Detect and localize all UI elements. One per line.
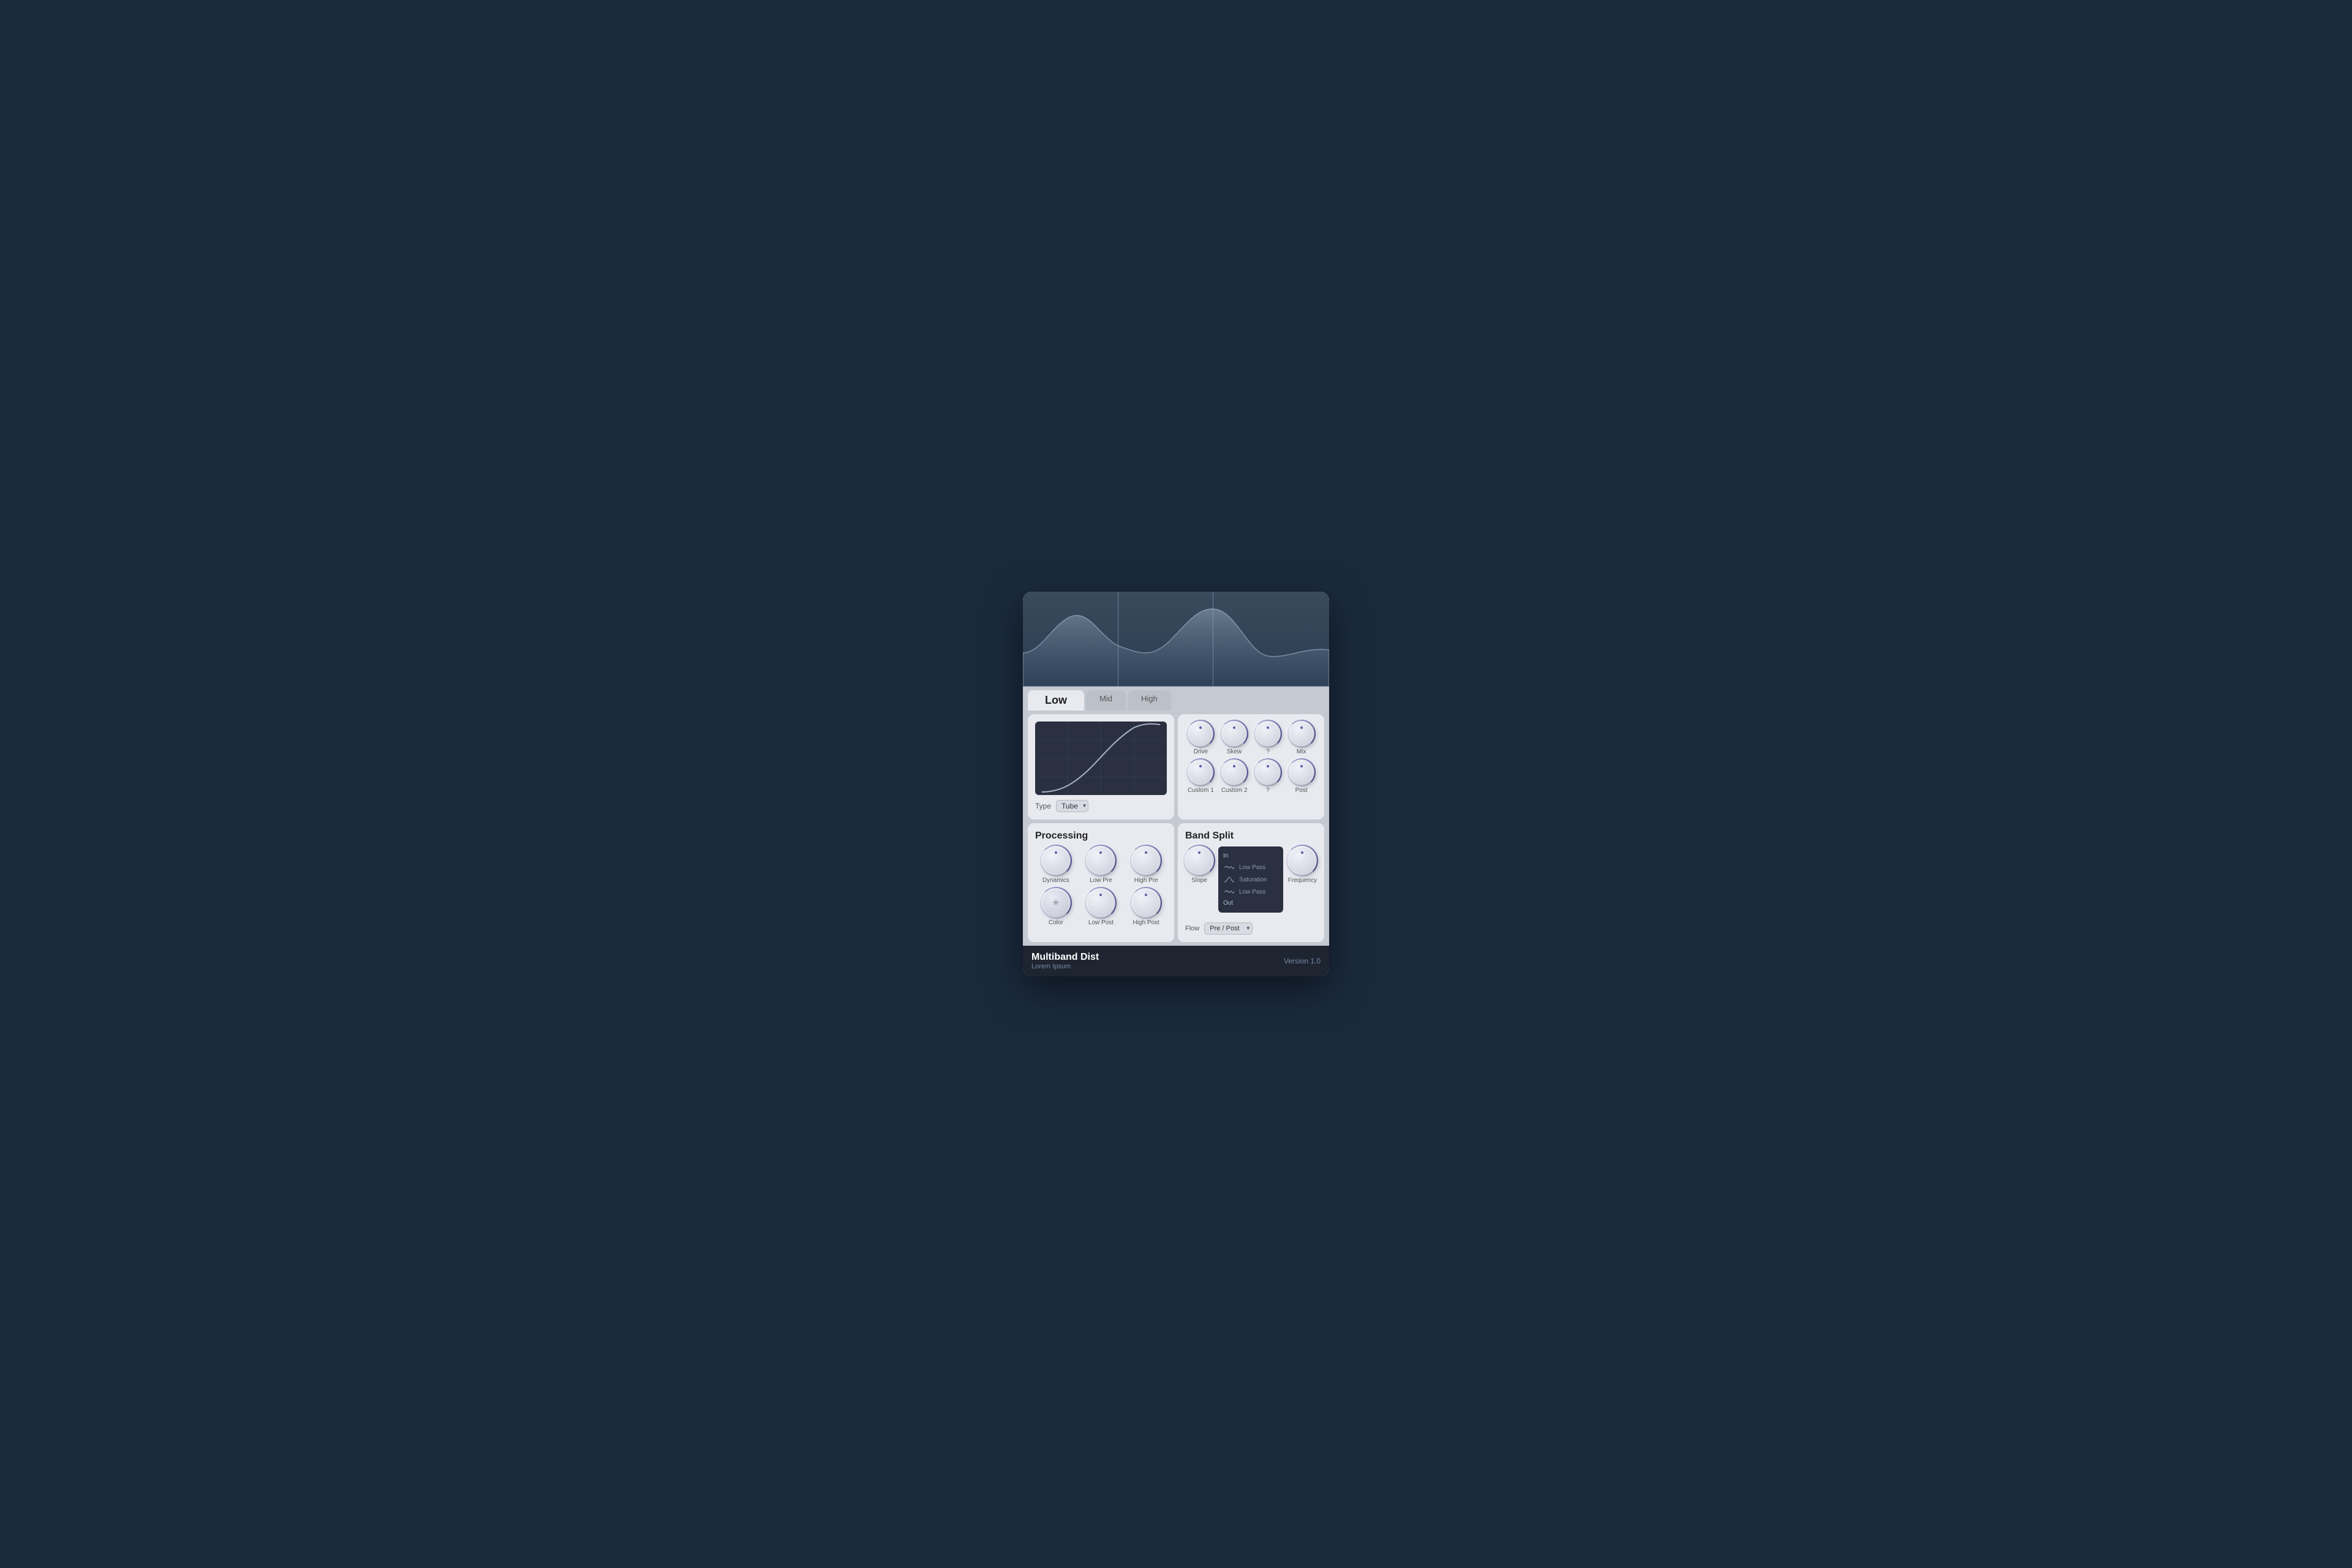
band-split-panel: Band Split Slope [1178,823,1324,942]
drive-knob[interactable] [1188,722,1213,746]
diagram-lowpass2-row: Low Pass [1223,886,1278,897]
type-row: Type Tube Tape Clip [1035,800,1167,812]
flow-select[interactable]: Pre / Post Pre Post [1204,922,1253,935]
type-dropdown-wrapper[interactable]: Tube Tape Clip [1056,800,1088,812]
skew-knob[interactable] [1222,722,1246,746]
processing-panel: Processing Dynamics [1028,823,1174,942]
knob-mix: Mix [1286,722,1317,755]
custom1-knob[interactable] [1188,760,1213,785]
tabs-row: Low Mid High [1023,687,1329,710]
flow-label: Flow [1185,925,1199,932]
knob-low-post: Low Post [1080,889,1122,926]
frequency-label: Frequency [1288,877,1317,884]
custom2-label: Custom 2 [1221,787,1248,794]
skew-label: Skew [1227,748,1242,755]
saturation-label: Saturation [1239,876,1267,883]
processing-title: Processing [1035,831,1167,842]
low-pre-label: Low Pre [1090,877,1112,884]
lowpass1-icon [1223,863,1235,872]
mix-knob[interactable] [1289,722,1314,746]
custom1-label: Custom 1 [1188,787,1214,794]
mid-high-panel: Drive Skew [1178,714,1324,820]
curve-display [1035,722,1167,795]
dynamics-knob[interactable] [1042,846,1070,875]
diagram-out-label: Out [1223,900,1233,907]
type-select[interactable]: Tube Tape Clip [1056,800,1088,812]
knob-dynamics: Dynamics [1035,846,1077,884]
knob-q1: ? [1253,722,1284,755]
high-post-knob[interactable] [1132,889,1160,917]
low-pre-knob[interactable] [1087,846,1115,875]
band-split-title: Band Split [1185,831,1317,842]
plugin-subtitle: Lorem Ipsum [1031,963,1099,970]
diagram-lowpass1-row: Low Pass [1223,862,1278,873]
knob-q2: ? [1253,760,1284,794]
flow-row: Flow Pre / Post Pre Post [1185,922,1317,935]
panels-grid: Type Tube Tape Clip [1023,710,1329,946]
q1-label: ? [1266,748,1270,755]
drive-label: Drive [1194,748,1208,755]
knob-low-pre: Low Pre [1080,846,1122,884]
q2-knob[interactable] [1256,760,1280,785]
tab-high[interactable]: High [1128,690,1171,710]
type-label: Type [1035,802,1051,810]
knob-high-pre: High Pre [1125,846,1167,884]
lowpass2-label: Low Pass [1239,889,1265,895]
diagram-out-row: Out [1223,899,1278,908]
diagram-saturation-row: Saturation [1223,874,1278,885]
knob-slope: Slope [1185,846,1213,918]
tab-low[interactable]: Low [1028,690,1084,710]
flow-dropdown-wrapper[interactable]: Pre / Post Pre Post [1204,922,1253,935]
saturation-icon [1223,875,1235,884]
knob-post: Post [1286,760,1317,794]
low-panel: Type Tube Tape Clip [1028,714,1174,820]
slope-label: Slope [1191,877,1207,884]
diagram-in-label: In [1223,853,1228,859]
color-knob[interactable]: ✳ [1042,889,1070,917]
main-body: Low Mid High [1023,687,1329,946]
custom2-knob[interactable] [1222,760,1246,785]
slope-knob[interactable] [1185,846,1213,875]
processing-row1: Dynamics Low Pre [1035,846,1167,884]
knobs-row-2: Custom 1 Custom 2 [1185,760,1317,794]
processing-row2: ✳ Color Low Post [1035,889,1167,926]
knob-custom1: Custom 1 [1185,760,1216,794]
low-post-label: Low Post [1088,919,1114,926]
spectrum-display [1023,592,1329,687]
sun-icon: ✳ [1052,898,1060,908]
post-knob[interactable] [1289,760,1314,785]
knob-color: ✳ Color [1035,889,1077,926]
knobs-row-1: Drive Skew [1185,722,1317,755]
knob-custom2: Custom 2 [1219,760,1250,794]
q2-label: ? [1266,787,1270,794]
knob-skew: Skew [1219,722,1250,755]
knob-frequency: Frequency [1288,846,1317,918]
high-pre-label: High Pre [1134,877,1158,884]
knob-high-post: High Post [1125,889,1167,926]
knob-drive: Drive [1185,722,1216,755]
footer: Multiband Dist Lorem Ipsum Version 1.0 [1023,946,1329,976]
diagram-in-row: In [1223,851,1278,861]
footer-info: Multiband Dist Lorem Ipsum [1031,952,1099,970]
post-label: Post [1295,787,1308,794]
plugin-version: Version 1.0 [1284,957,1321,965]
tab-mid[interactable]: Mid [1086,690,1126,710]
q1-knob[interactable] [1256,722,1280,746]
color-label: Color [1049,919,1063,926]
high-post-label: High Post [1133,919,1159,926]
dynamics-label: Dynamics [1042,877,1069,884]
mix-label: Mix [1297,748,1306,755]
plugin-title: Multiband Dist [1031,952,1099,963]
low-post-knob[interactable] [1087,889,1115,917]
frequency-knob[interactable] [1288,846,1316,875]
high-pre-knob[interactable] [1132,846,1160,875]
plugin-container: Low Mid High [1023,592,1329,976]
lowpass2-icon [1223,888,1235,896]
band-split-diagram: In Low Pass [1218,846,1283,913]
lowpass1-label: Low Pass [1239,864,1265,871]
